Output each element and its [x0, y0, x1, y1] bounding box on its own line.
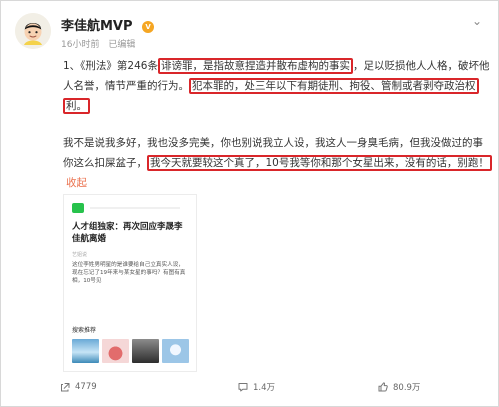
card-body: 这位李姓男明星的是谁要给自己立真实人设，现在忘记了19年来与某女星的事吗？有图有…	[72, 262, 186, 284]
paragraph-2: 我不是说我多好，我也没多完美，你也别说我立人设，我这人一身臭毛病，但我没做过的事…	[63, 133, 493, 193]
vip-badge-icon: V	[142, 21, 155, 33]
author-name[interactable]: 李佳航MVP V	[61, 15, 155, 34]
share-count: 4779	[75, 382, 97, 392]
embedded-article-card[interactable]: 人才组独家：再次回应李晟李佳航离婚 艺姐说 这位李姓男明星的是谁要给自己立真实人…	[63, 194, 197, 372]
collapse-link[interactable]: 收起	[66, 177, 87, 189]
like-count: 80.9万	[393, 383, 421, 393]
card-thumbnail-1[interactable]	[72, 339, 99, 363]
like-icon	[377, 381, 389, 393]
author-avatar[interactable]	[15, 13, 51, 49]
like-button[interactable]: 80.9万	[377, 379, 420, 395]
comment-button[interactable]: 1.4万	[237, 379, 275, 395]
card-topbar	[72, 203, 188, 213]
card-thumbnail-row	[72, 339, 190, 365]
card-title: 人才组独家：再次回应李晟李佳航离婚	[72, 222, 183, 244]
card-topbar-divider	[90, 207, 180, 209]
card-thumbnail-2[interactable]	[102, 339, 129, 363]
share-icon	[59, 381, 71, 393]
card-thumbnail-4[interactable]	[162, 339, 189, 363]
post-content: 1、《刑法》第246条 诽谤罪，是指故意捏造并散布虚构的事实 ，足以贬损他人人格，破…	[63, 56, 493, 193]
post-meta: 16小时前 已编辑	[61, 37, 135, 50]
share-button[interactable]: 4779	[59, 379, 97, 395]
comment-count: 1.4万	[253, 383, 276, 393]
paragraph-2-highlight-1: 我今天就要较这个真了，10号我等你和那个女星出来，没有的话，别跑！	[147, 155, 492, 171]
author-name-text: 李佳航MVP	[61, 19, 133, 34]
comment-icon	[237, 381, 249, 393]
post-time[interactable]: 16小时前	[61, 40, 99, 50]
paragraph-1: 1、《刑法》第246条 诽谤罪，是指故意捏造并散布虚构的事实 ，足以贬损他人人格，破…	[63, 56, 493, 116]
card-thumbnail-3[interactable]	[132, 339, 159, 363]
post-header: 李佳航MVP V 16小时前 已编辑 ⌄	[15, 9, 485, 53]
post-source: 已编辑	[108, 40, 136, 50]
card-source: 艺姐说	[72, 252, 88, 258]
green-app-logo-icon	[72, 203, 84, 213]
more-chevron-down-icon[interactable]: ⌄	[469, 15, 485, 27]
action-bar: 4779 1.4万 80.9万	[55, 379, 455, 395]
paragraph-1-segment-1: 1、《刑法》第246条	[63, 60, 158, 72]
paragraph-1-highlight-1: 诽谤罪，是指故意捏造并散布虚构的事实	[157, 58, 353, 74]
card-section-label: 搜索推荐	[72, 327, 97, 334]
